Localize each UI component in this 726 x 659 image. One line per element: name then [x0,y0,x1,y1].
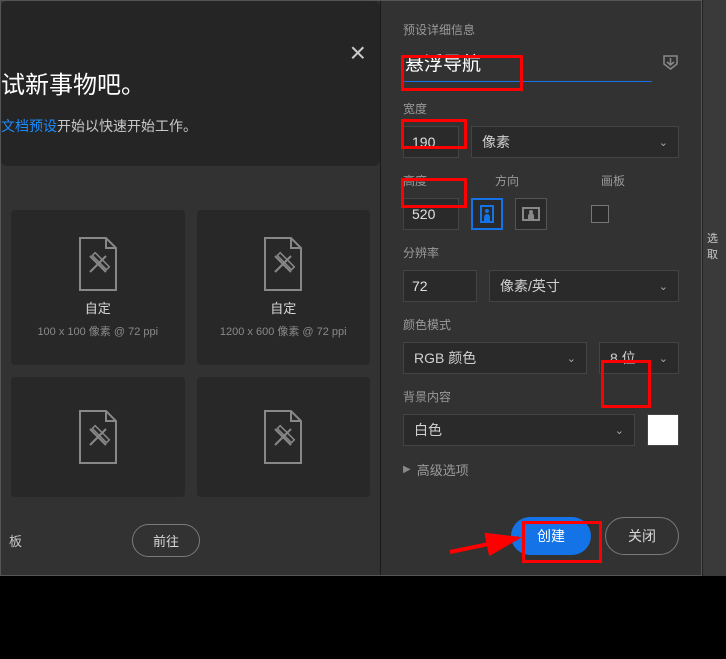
preset-card[interactable] [197,377,371,497]
height-label: 高度 [403,172,459,189]
artboard-label: 画板 [601,172,625,189]
background-select[interactable]: 白色 ⌄ [403,414,635,446]
chevron-down-icon: ⌄ [659,352,668,365]
background-color-swatch[interactable] [647,414,679,446]
triangle-right-icon: ▶ [403,464,411,475]
intro-card: × 试新事物吧。 文档预设开始以快速开始工作。 [1,1,380,166]
headline: 试新事物吧。 [1,65,362,100]
preset-grid: 自定 100 x 100 像素 @ 72 ppi 自定 1200 x 600 像… [1,180,380,497]
strip-label: 选取 [707,230,726,262]
subline-rest: 开始以快速开始工作。 [57,118,197,134]
close-button[interactable]: 关闭 [605,517,679,555]
resolution-input[interactable]: 72 [403,270,477,302]
artboard-checkbox[interactable] [591,205,609,223]
preset-details-label: 预设详细信息 [403,21,679,38]
preset-card[interactable]: 自定 1200 x 600 像素 @ 72 ppi [197,210,371,365]
chevron-down-icon: ⌄ [659,136,668,149]
preset-name: 自定 [270,298,296,317]
right-panel: 预设详细信息 宽度 190 像素 ⌄ 高度 方向 画板 520 [381,1,701,575]
color-mode-value: RGB 颜色 [414,348,476,368]
preset-sub: 100 x 100 像素 @ 72 ppi [37,323,158,339]
create-button[interactable]: 创建 [511,517,591,555]
preset-card[interactable] [11,377,185,497]
file-icon [76,409,120,465]
file-icon [261,409,305,465]
color-mode-label: 颜色模式 [403,316,679,333]
new-document-dialog: × 试新事物吧。 文档预设开始以快速开始工作。 自定 100 x 100 像素 … [0,0,702,576]
subline: 文档预设开始以快速开始工作。 [1,116,362,136]
background-value: 白色 [414,420,442,440]
resolution-unit-value: 像素/英寸 [500,276,560,296]
orientation-landscape[interactable] [515,198,547,230]
chevron-down-icon: ⌄ [659,280,668,293]
close-icon[interactable]: × [350,37,366,69]
width-unit-value: 像素 [482,132,510,152]
width-input[interactable]: 190 [403,126,459,158]
left-panel: × 试新事物吧。 文档预设开始以快速开始工作。 自定 100 x 100 像素 … [1,1,380,575]
footer-label: 板 [9,531,22,550]
resolution-unit-select[interactable]: 像素/英寸 ⌄ [489,270,679,302]
file-icon [261,236,305,292]
color-mode-select[interactable]: RGB 颜色 ⌄ [403,342,587,374]
bit-depth-value: 8 位 [610,348,636,368]
orientation-portrait[interactable] [471,198,503,230]
width-label: 宽度 [403,100,679,117]
goto-button[interactable]: 前往 [132,524,200,557]
left-footer: 板 前往 [1,524,380,557]
advanced-label: 高级选项 [417,460,469,479]
chevron-down-icon: ⌄ [567,352,576,365]
preset-card[interactable]: 自定 100 x 100 像素 @ 72 ppi [11,210,185,365]
advanced-toggle[interactable]: ▶ 高级选项 [403,460,679,479]
preset-name: 自定 [85,298,111,317]
save-preset-icon[interactable] [662,55,679,74]
orientation-label: 方向 [495,172,565,189]
bit-depth-select[interactable]: 8 位 ⌄ [599,342,679,374]
background-label: 背景内容 [403,388,679,405]
width-unit-select[interactable]: 像素 ⌄ [471,126,679,158]
chevron-down-icon: ⌄ [615,424,624,437]
height-input[interactable]: 520 [403,198,459,230]
resolution-label: 分辨率 [403,244,679,261]
file-icon [76,236,120,292]
doc-preset-link[interactable]: 文档预设 [1,118,57,134]
right-strip: 选取 [702,0,726,576]
preset-sub: 1200 x 600 像素 @ 72 ppi [220,323,347,339]
preset-name-input[interactable] [403,47,652,82]
